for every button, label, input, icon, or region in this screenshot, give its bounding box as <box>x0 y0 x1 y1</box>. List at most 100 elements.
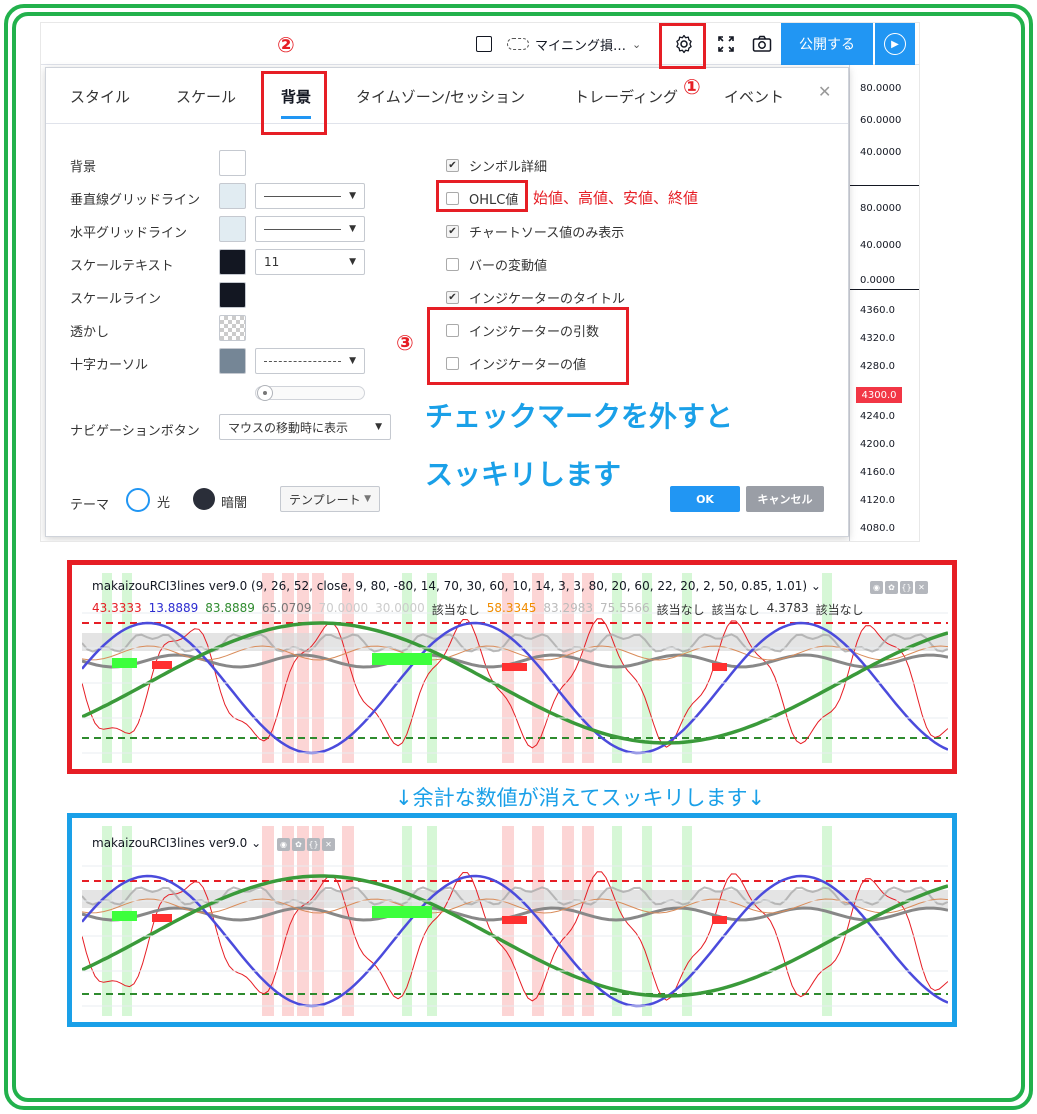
gear-icon[interactable]: ✿ <box>292 838 305 851</box>
checkbox-checked[interactable]: ✔ <box>446 225 459 238</box>
chevron-down-icon: ⌄ <box>632 37 642 51</box>
chevron-down-icon[interactable]: ⌄ <box>811 579 821 593</box>
chevron-down-icon[interactable]: ⌄ <box>251 836 261 850</box>
checkbox-chart-source-only[interactable]: ✔ チャートソース値のみ表示 <box>446 222 624 241</box>
vertical-grid-color-swatch[interactable] <box>219 183 246 209</box>
dialog-tabs: スタイル スケール 背景 タイムゾーン/セッション トレーディング イベント ✕ <box>46 68 848 124</box>
axis-separator <box>850 185 919 186</box>
eye-icon[interactable]: ◉ <box>277 838 290 851</box>
close-icon[interactable]: ✕ <box>322 838 335 851</box>
axis-tick: 4200.0 <box>860 439 895 450</box>
crosshair-opacity-slider[interactable] <box>255 385 365 401</box>
fullscreen-icon[interactable] <box>709 29 743 59</box>
background-color-swatch[interactable] <box>219 150 246 176</box>
scale-text-label: スケールテキスト <box>70 259 174 274</box>
checkbox-checked[interactable]: ✔ <box>446 291 459 304</box>
slider-handle[interactable] <box>257 385 273 401</box>
source-code-icon[interactable]: {} <box>307 838 320 851</box>
layout-square-icon[interactable] <box>471 29 497 59</box>
navigation-value: マウスの移動時に表示 <box>228 420 349 435</box>
current-price-tag: 4300.0 <box>856 387 902 403</box>
axis-tick: 4160.0 <box>860 467 895 478</box>
indicator-value: 58.3345 <box>486 601 537 615</box>
indicator-value: 4.3783 <box>766 601 809 615</box>
template-select[interactable]: テンプレート ▼ <box>280 486 380 512</box>
tab-events[interactable]: イベント <box>724 86 784 107</box>
eye-icon[interactable]: ◉ <box>870 581 883 594</box>
indicator-value: 該当なし <box>815 603 864 617</box>
horizontal-grid-label: 水平グリッドライン <box>70 226 188 241</box>
camera-icon[interactable] <box>745 29 779 59</box>
theme-dark-label: 暗闇 <box>221 496 248 511</box>
highlight-background-tab-box <box>261 71 327 135</box>
scale-text-color-swatch[interactable] <box>219 249 246 275</box>
theme-light-radio[interactable] <box>126 488 150 512</box>
navigation-buttons-select[interactable]: マウスの移動時に表示 ▼ <box>219 414 391 440</box>
indicator-value: 43.3333 <box>92 601 142 615</box>
checkbox-indicator-title[interactable]: ✔ インジケーターのタイトル <box>446 288 625 307</box>
symbol-label: マイニング損… <box>535 38 627 54</box>
indicator-title-text[interactable]: makaizouRCI3lines ver9.0 (9, 26, 52, clo… <box>92 579 807 593</box>
dropdown-arrow-icon: ▼ <box>349 224 356 234</box>
cancel-button[interactable]: キャンセル <box>746 486 824 512</box>
vertical-grid-style-select[interactable]: ▼ <box>255 183 365 209</box>
scale-line-color-swatch[interactable] <box>219 282 246 308</box>
axis-tick: 0.0000 <box>860 275 895 286</box>
watermark-label: 透かし <box>70 325 110 340</box>
ok-button[interactable]: OK <box>670 486 740 512</box>
gear-icon[interactable]: ✿ <box>885 581 898 594</box>
play-button[interactable]: ▶ <box>875 23 915 65</box>
close-icon[interactable]: ✕ <box>818 82 831 101</box>
template-label: テンプレート <box>289 492 361 507</box>
signal-band <box>282 826 294 1016</box>
indicator-value: 83.8889 <box>205 601 255 615</box>
crosshair-style-select[interactable]: ▼ <box>255 348 365 374</box>
checkbox-checked[interactable]: ✔ <box>446 159 459 172</box>
crosshair-color-swatch[interactable] <box>219 348 246 374</box>
save-layout-button[interactable]: マイニング損… ⌄ <box>507 29 657 59</box>
axis-tick: 4120.0 <box>860 495 895 506</box>
checkbox-label: インジケーターのタイトル <box>469 292 626 307</box>
theme-light-label: 光 <box>157 496 171 511</box>
signal-band <box>427 826 437 1016</box>
indicator-value: 65.0709 <box>261 601 312 615</box>
tab-style[interactable]: スタイル <box>70 86 130 107</box>
checkbox-unchecked[interactable] <box>446 258 459 271</box>
axis-tick: 4320.0 <box>860 333 895 344</box>
indicator-controls: ◉ ✿{} ✕ <box>277 838 335 851</box>
tab-timezone-session[interactable]: タイムゾーン/セッション <box>356 86 525 107</box>
red-fill <box>502 916 527 924</box>
indicator-title: makaizouRCI3lines ver9.0 (9, 26, 52, clo… <box>92 579 821 593</box>
watermark-color-swatch[interactable] <box>219 315 246 341</box>
axis-tick: 4240.0 <box>860 411 895 422</box>
publish-button[interactable]: 公開する <box>781 23 873 65</box>
axis-tick: 40.0000 <box>860 147 902 158</box>
axis-separator <box>850 289 919 290</box>
checkbox-symbol-details[interactable]: ✔ シンボル詳細 <box>446 156 547 175</box>
scale-text-size-select[interactable]: 11 ▼ <box>255 249 365 275</box>
axis-tick: 60.0000 <box>860 115 902 126</box>
tab-trading[interactable]: トレーディング <box>574 86 678 107</box>
cloud-icon <box>507 38 529 50</box>
close-icon[interactable]: ✕ <box>915 581 928 594</box>
dropdown-arrow-icon: ▼ <box>349 191 356 201</box>
green-fill <box>372 653 432 665</box>
indicator-title-text[interactable]: makaizouRCI3lines ver9.0 <box>92 836 247 850</box>
font-size-value: 11 <box>264 255 280 269</box>
background-label: 背景 <box>70 160 97 175</box>
indicator-controls: ◉ ✿{} ✕ <box>870 581 928 594</box>
horizontal-grid-style-select[interactable]: ▼ <box>255 216 365 242</box>
axis-tick: 4280.0 <box>860 361 895 372</box>
signal-band <box>297 826 309 1016</box>
dropdown-arrow-icon: ▼ <box>364 494 371 504</box>
source-code-icon[interactable]: {} <box>900 581 913 594</box>
checkbox-bar-change[interactable]: バーの変動値 <box>446 255 547 274</box>
theme-dark-radio[interactable] <box>193 488 215 510</box>
instruction-line-2: スッキリします <box>425 458 622 491</box>
tab-scale[interactable]: スケール <box>176 86 236 107</box>
horizontal-grid-color-swatch[interactable] <box>219 216 246 242</box>
scale-line-label: スケールライン <box>70 292 162 307</box>
step-3-marker: ③ <box>396 331 414 355</box>
signal-band <box>822 826 832 1016</box>
axis-tick: 80.0000 <box>860 83 902 94</box>
